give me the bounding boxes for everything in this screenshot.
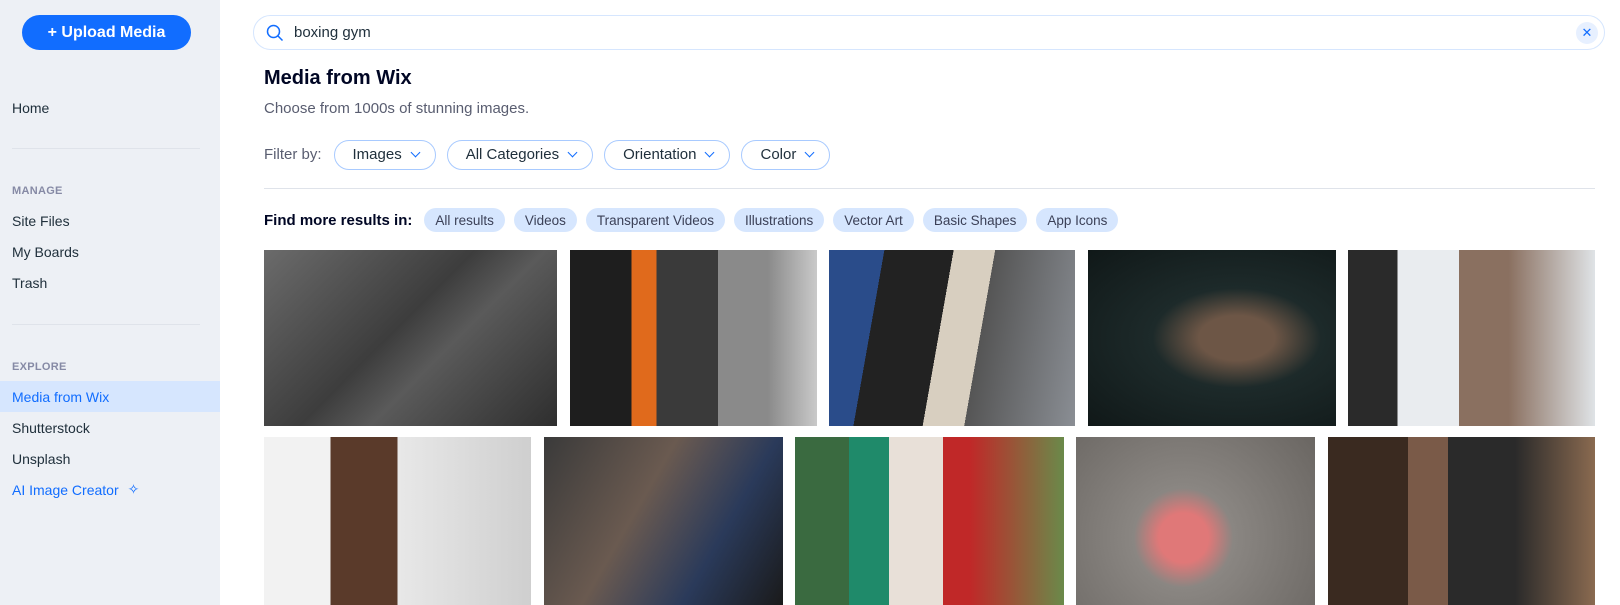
image-thumbnail[interactable] <box>795 437 1064 605</box>
image-thumbnail[interactable] <box>1328 437 1595 605</box>
sidebar-item-shutterstock[interactable]: Shutterstock <box>0 412 220 443</box>
sidebar-item-trash[interactable]: Trash <box>0 267 220 298</box>
section-explore: EXPLORE <box>12 361 67 373</box>
dropdown-label: All Categories <box>465 146 560 163</box>
chip-vector-art[interactable]: Vector Art <box>833 208 914 232</box>
sidebar-item-ai-image-creator[interactable]: AI Image Creator ✧ <box>0 474 220 505</box>
filter-color-dropdown[interactable]: Color <box>741 139 831 170</box>
sidebar: + Upload Media Home MANAGE Site Files My… <box>0 0 220 605</box>
search-icon <box>266 24 284 41</box>
divider <box>12 148 200 149</box>
sidebar-item-label: AI Image Creator <box>12 481 119 498</box>
dropdown-label: Images <box>352 146 402 163</box>
filter-category-dropdown[interactable]: All Categories <box>446 139 594 170</box>
filter-bar: Filter by: Images All Categories Orienta… <box>264 139 831 170</box>
chevron-down-icon <box>410 147 421 158</box>
search-input[interactable]: boxing gym ✕ <box>253 15 1605 50</box>
page-title: Media from Wix <box>264 67 412 89</box>
image-thumbnail[interactable] <box>544 437 783 605</box>
chevron-down-icon <box>705 147 715 158</box>
dropdown-label: Orientation <box>623 146 697 163</box>
image-thumbnail[interactable] <box>1348 250 1595 426</box>
sparkle-icon: ✧ <box>127 481 140 497</box>
page-subtitle: Choose from 1000s of stunning images. <box>264 100 530 117</box>
image-thumbnail[interactable] <box>1088 250 1336 426</box>
sidebar-item-media-from-wix[interactable]: Media from Wix <box>0 381 220 412</box>
chip-videos[interactable]: Videos <box>513 208 577 232</box>
more-results-label: Find more results in: <box>264 211 413 229</box>
chevron-down-icon <box>567 147 578 158</box>
image-thumbnail[interactable] <box>570 250 817 426</box>
dropdown-label: Color <box>760 146 797 163</box>
sidebar-item-unsplash[interactable]: Unsplash <box>0 443 220 474</box>
sidebar-item-my-boards[interactable]: My Boards <box>0 236 220 267</box>
chip-illustrations[interactable]: Illustrations <box>734 208 825 232</box>
chevron-down-icon <box>804 147 815 158</box>
filter-label: Filter by: <box>264 146 322 163</box>
chip-all-results[interactable]: All results <box>424 208 505 232</box>
image-thumbnail[interactable] <box>829 250 1075 426</box>
image-thumbnail[interactable] <box>264 250 557 426</box>
search-value[interactable]: boxing gym <box>294 24 371 41</box>
sidebar-item-home[interactable]: Home <box>0 92 220 123</box>
image-thumbnail[interactable] <box>264 437 531 605</box>
divider <box>264 188 1595 189</box>
filter-type-dropdown[interactable]: Images <box>333 139 436 170</box>
upload-media-button[interactable]: + Upload Media <box>22 15 191 50</box>
close-icon: ✕ <box>1581 25 1593 40</box>
divider <box>12 324 200 325</box>
chip-transparent-videos[interactable]: Transparent Videos <box>585 208 725 232</box>
chip-basic-shapes[interactable]: Basic Shapes <box>922 208 1028 232</box>
filter-orientation-dropdown[interactable]: Orientation <box>604 139 731 170</box>
more-results-bar: Find more results in: All results Videos… <box>264 208 1119 232</box>
sidebar-item-site-files[interactable]: Site Files <box>0 205 220 236</box>
image-thumbnail[interactable] <box>1076 437 1315 605</box>
clear-search-button[interactable]: ✕ <box>1576 22 1598 44</box>
chip-app-icons[interactable]: App Icons <box>1036 208 1119 232</box>
section-manage: MANAGE <box>12 185 63 197</box>
